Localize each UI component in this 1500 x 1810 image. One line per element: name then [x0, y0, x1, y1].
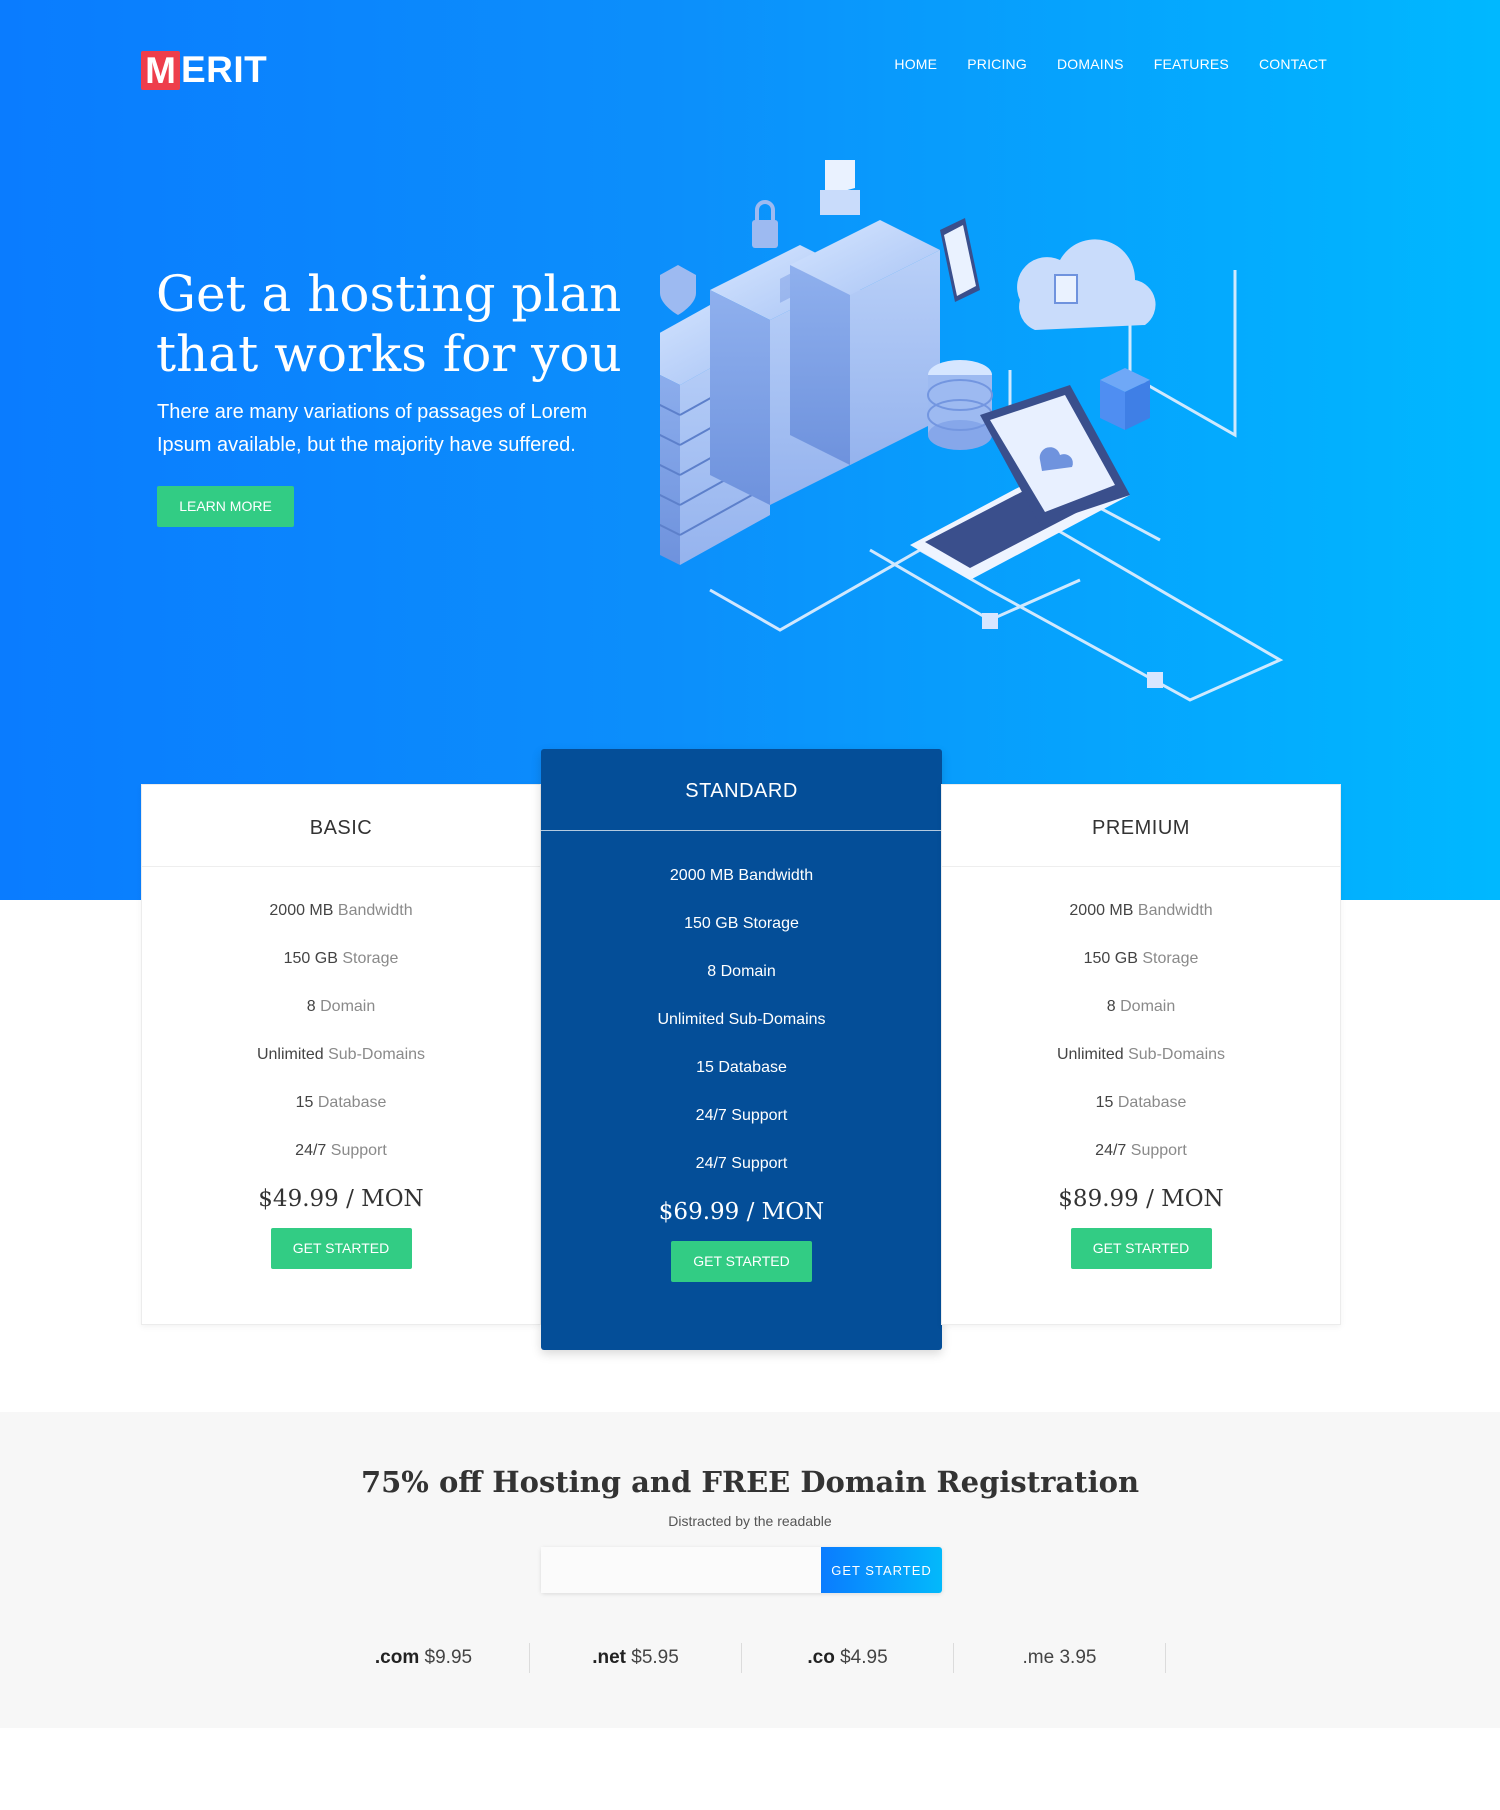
feature-item: 150 GB Storage: [1083, 950, 1199, 967]
shield-shape: [660, 265, 696, 315]
feature-item: 24/7 Support: [695, 1107, 788, 1124]
plan-features: 2000 MB Bandwidth 150 GB Storage 8 Domai…: [942, 867, 1340, 1188]
plan-price: $89.99 / MON: [1058, 1186, 1224, 1212]
database-cylinders: [927, 360, 993, 450]
feature-item: 24/7 Support: [295, 1142, 387, 1159]
feature-item: 24/7 Support: [695, 1155, 788, 1172]
feature-item: Unlimited Sub-Domains: [657, 1011, 826, 1028]
plan-price: $49.99 / MON: [258, 1186, 424, 1212]
feature-item: 2000 MB Bandwidth: [669, 867, 814, 884]
logo-mark: M: [141, 50, 180, 90]
domain-price-item: .net $5.95: [530, 1643, 742, 1673]
feature-item: Unlimited Sub-Domains: [1056, 1046, 1226, 1063]
promo-subtitle: Distracted by the readable: [668, 1513, 832, 1529]
server-rack-3: [790, 220, 940, 465]
hero-subtitle: There are many variations of passages of…: [157, 401, 588, 456]
feature-item: 15 Database: [1095, 1094, 1187, 1111]
learn-more-button[interactable]: LEARN MORE: [157, 486, 294, 527]
nav-pricing-link[interactable]: PRICING: [967, 56, 1027, 72]
plan-features: 2000 MB Bandwidth 150 GB Storage 8 Domai…: [142, 867, 540, 1188]
cloud-shape: [1017, 239, 1156, 330]
feature-item: 2000 MB Bandwidth: [1069, 902, 1213, 919]
feature-item: 8 Domain: [306, 998, 376, 1015]
feature-item: 8 Domain: [707, 963, 776, 980]
domain-promo-section: 75% off Hosting and FREE Domain Registra…: [0, 1412, 1500, 1728]
nav-menu: HOME PRICING DOMAINS FEATURES CONTACT: [894, 56, 1327, 72]
domain-price-item: .me 3.95: [954, 1643, 1166, 1673]
plan-price: $69.99 / MON: [658, 1199, 825, 1225]
promo-title: 75% off Hosting and FREE Domain Registra…: [360, 1465, 1140, 1499]
nav-contact-link[interactable]: CONTACT: [1259, 56, 1327, 72]
feature-item: 150 GB Storage: [283, 950, 399, 967]
plan-card-premium: PREMIUM 2000 MB Bandwidth 150 GB Storage…: [941, 784, 1341, 1325]
domain-get-started-button[interactable]: GET STARTED: [821, 1547, 942, 1593]
feature-item: 8 Domain: [1106, 998, 1176, 1015]
document-shape: [820, 160, 860, 215]
feature-item: Unlimited Sub-Domains: [256, 1046, 426, 1063]
plan-name: PREMIUM: [942, 785, 1340, 867]
plan-name: BASIC: [142, 785, 540, 867]
domain-search-input[interactable]: [541, 1547, 822, 1593]
padlock-shape: [752, 200, 778, 248]
feature-item: 150 GB Storage: [684, 915, 799, 932]
feature-item: 15 Database: [295, 1094, 387, 1111]
feature-item: 2000 MB Bandwidth: [269, 902, 413, 919]
domain-price-list: .com $9.95 .net $5.95 .co $4.95 .me 3.95: [318, 1643, 1166, 1673]
phone-shape: [940, 218, 980, 302]
domain-price-item: .com $9.95: [318, 1643, 530, 1673]
domain-price-item: .co $4.95: [742, 1643, 954, 1673]
server-illustration: [660, 160, 1284, 702]
feature-item: 24/7 Support: [1095, 1142, 1187, 1159]
cube-shape: [1100, 368, 1150, 430]
get-started-button-standard[interactable]: GET STARTED: [671, 1241, 812, 1282]
get-started-button-premium[interactable]: GET STARTED: [1070, 1228, 1212, 1269]
nav-home-link[interactable]: HOME: [894, 56, 937, 72]
plan-card-basic: BASIC 2000 MB Bandwidth 150 GB Storage 8…: [141, 784, 541, 1325]
logo[interactable]: M ERIT: [141, 50, 267, 90]
top-nav: M ERIT HOME PRICING DOMAINS FEATURES CON…: [141, 46, 1327, 92]
get-started-button-basic[interactable]: GET STARTED: [270, 1228, 412, 1269]
nav-features-link[interactable]: FEATURES: [1154, 56, 1229, 72]
plan-card-standard: STANDARD 2000 MB Bandwidth 150 GB Storag…: [541, 749, 942, 1350]
plan-name: STANDARD: [541, 749, 942, 831]
logo-text: ERIT: [181, 49, 268, 90]
nav-domains-link[interactable]: DOMAINS: [1057, 56, 1124, 72]
plan-features: 2000 MB Bandwidth 150 GB Storage 8 Domai…: [541, 831, 942, 1201]
feature-item: 15 Database: [696, 1059, 787, 1076]
hero-title: Get a hosting plan that works for you: [156, 265, 622, 383]
domain-search-form: GET STARTED: [541, 1547, 942, 1593]
